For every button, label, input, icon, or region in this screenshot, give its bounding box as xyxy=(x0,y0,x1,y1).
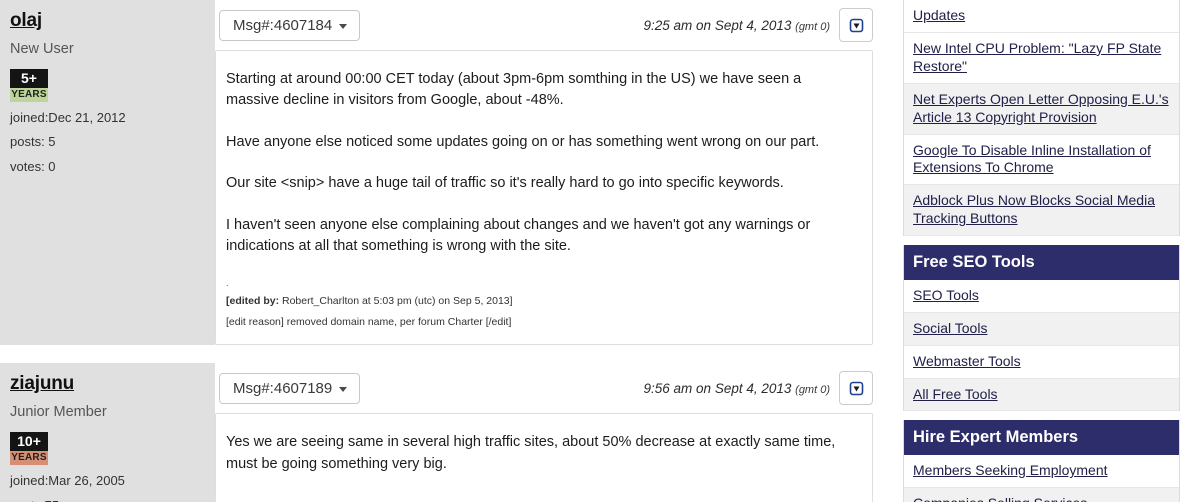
post-timestamp: 9:56 am on Sept 4, 2013 (gmt 0) xyxy=(644,381,830,396)
post-trailing-dot: . xyxy=(226,277,229,288)
right-sidebar: Updates New Intel CPU Problem: "Lazy FP … xyxy=(898,0,1180,502)
post-header: Msg#:4607189 9:56 am on Sept 4, 2013 (gm… xyxy=(215,363,873,413)
post-edit-reason: [edit reason] removed domain name, per f… xyxy=(226,315,512,328)
post: ziajunu Junior Member 10+ YEARS joined:M… xyxy=(0,363,898,502)
sidebar-news-link[interactable]: Google To Disable Inline Installation of… xyxy=(913,142,1151,176)
author-rank: New User xyxy=(10,40,74,57)
author-votes-count: votes: 0 xyxy=(10,158,56,174)
chevron-down-icon xyxy=(339,386,348,392)
author-joined: joined:Mar 26, 2005 xyxy=(10,473,125,489)
sidebar-tool-link[interactable]: Webmaster Tools xyxy=(913,353,1021,369)
thread-column: olaj New User 5+ YEARS joined:Dec 21, 20… xyxy=(0,0,898,502)
edited-by-prefix: [edited by: xyxy=(226,294,280,307)
sidebar-tool-link[interactable]: Social Tools xyxy=(913,320,987,336)
badge-years-value: 10+ xyxy=(10,432,48,452)
post: olaj New User 5+ YEARS joined:Dec 21, 20… xyxy=(0,0,898,346)
post-paragraph: Starting at around 00:00 CET today (abou… xyxy=(226,71,802,109)
sidebar-news-item[interactable]: Adblock Plus Now Blocks Social Media Tra… xyxy=(904,185,1179,237)
membership-years-badge: 5+ YEARS xyxy=(10,69,48,103)
sidebar-hire-item[interactable]: Companies Selling Services xyxy=(904,487,1179,502)
post-options-button[interactable] xyxy=(839,371,873,406)
membership-years-badge: 10+ YEARS xyxy=(10,432,48,466)
sidebar-news-item[interactable]: New Intel CPU Problem: "Lazy FP State Re… xyxy=(904,33,1179,84)
post-message: Msg#:4607189 9:56 am on Sept 4, 2013 (gm… xyxy=(215,363,898,502)
sidebar-news-link[interactable]: Adblock Plus Now Blocks Social Media Tra… xyxy=(913,192,1155,226)
post-paragraph: Our site <snip> have a huge tail of traf… xyxy=(226,175,784,192)
sidebar-gap xyxy=(903,236,1180,246)
sidebar-news-link[interactable]: Net Experts Open Letter Opposing E.U.'s … xyxy=(913,91,1169,125)
sidebar-news-item[interactable]: Google To Disable Inline Installation of… xyxy=(904,135,1179,186)
edited-by-detail: Robert_Charlton at 5:03 pm (utc) on Sep … xyxy=(279,294,513,307)
post-timestamp: 9:25 am on Sept 4, 2013 (gmt 0) xyxy=(644,18,830,33)
sidebar-hire-heading: Hire Expert Members xyxy=(904,420,1179,456)
chevron-down-icon xyxy=(339,23,348,29)
sidebar-news-link[interactable]: New Intel CPU Problem: "Lazy FP State Re… xyxy=(913,40,1161,74)
sidebar-gap xyxy=(903,411,1180,421)
author-posts-count: posts: 5 xyxy=(10,134,56,150)
sidebar-hire-link[interactable]: Members Seeking Employment xyxy=(913,462,1108,478)
post-body: Starting at around 00:00 CET today (abou… xyxy=(215,50,873,346)
forum-thread-page: olaj New User 5+ YEARS joined:Dec 21, 20… xyxy=(0,0,1180,502)
sidebar-hire-block: Hire Expert Members Members Seeking Empl… xyxy=(903,420,1180,502)
sidebar-seo-tools-block: Free SEO Tools SEO Tools Social Tools We… xyxy=(903,245,1180,412)
sidebar-tool-item[interactable]: SEO Tools xyxy=(904,280,1179,313)
post-author-profile: olaj New User 5+ YEARS joined:Dec 21, 20… xyxy=(0,0,215,346)
sidebar-tool-link[interactable]: SEO Tools xyxy=(913,287,979,303)
post-body: Yes we are seeing same in several high t… xyxy=(215,413,873,502)
post-paragraph: Have anyone else noticed some updates go… xyxy=(226,133,820,150)
author-posts-count: posts:75 xyxy=(10,498,205,502)
sidebar-hire-item[interactable]: Members Seeking Employment xyxy=(904,455,1179,488)
sidebar-hire-link[interactable]: Companies Selling Services xyxy=(913,495,1087,502)
sidebar-tool-item[interactable]: Webmaster Tools xyxy=(904,346,1179,379)
post-time-text: 9:25 am on Sept 4, 2013 xyxy=(643,17,792,33)
post-timezone: (gmt 0) xyxy=(795,383,830,396)
author-username-link[interactable]: olaj xyxy=(10,10,42,32)
post-options-button[interactable] xyxy=(839,8,873,42)
sidebar-news-block: Updates New Intel CPU Problem: "Lazy FP … xyxy=(903,0,1180,237)
badge-years-value: 5+ xyxy=(10,69,48,89)
message-id-label: Msg#:4607189 xyxy=(233,379,333,397)
message-id-button[interactable]: Msg#:4607189 xyxy=(219,372,361,404)
sidebar-news-item[interactable]: Updates xyxy=(904,0,1179,33)
post-paragraph: Yes we are seeing same in several high t… xyxy=(226,434,836,472)
post-time-text: 9:56 am on Sept 4, 2013 xyxy=(643,380,792,396)
badge-years-label: YEARS xyxy=(10,451,48,466)
post-edited-by-note: [edited by: Robert_Charlton at 5:03 pm (… xyxy=(226,294,858,309)
author-username-link[interactable]: ziajunu xyxy=(10,373,74,395)
message-id-label: Msg#:4607184 xyxy=(233,16,333,34)
sidebar-seo-tools-heading: Free SEO Tools xyxy=(904,245,1179,280)
sidebar-news-link[interactable]: Updates xyxy=(913,7,965,23)
badge-years-label: YEARS xyxy=(10,88,48,103)
post-message: Msg#:4607184 9:25 am on Sept 4, 2013 (gm… xyxy=(215,0,898,346)
post-author-profile: ziajunu Junior Member 10+ YEARS joined:M… xyxy=(0,363,215,502)
message-id-button[interactable]: Msg#:4607184 xyxy=(219,9,361,41)
sidebar-tool-item[interactable]: Social Tools xyxy=(904,312,1179,346)
post-paragraph: I haven't seen anyone else complaining a… xyxy=(226,216,811,255)
post-options-icon xyxy=(849,18,863,32)
sidebar-tool-item[interactable]: All Free Tools xyxy=(904,378,1179,412)
sidebar-tool-link[interactable]: All Free Tools xyxy=(913,386,998,402)
post-separator xyxy=(0,345,898,364)
author-joined: joined:Dec 21, 2012 xyxy=(10,110,126,126)
author-rank: Junior Member xyxy=(10,404,107,420)
post-options-icon xyxy=(849,381,863,395)
sidebar-news-item[interactable]: Net Experts Open Letter Opposing E.U.'s … xyxy=(904,83,1179,135)
post-header: Msg#:4607184 9:25 am on Sept 4, 2013 (gm… xyxy=(215,0,873,50)
post-timezone: (gmt 0) xyxy=(795,20,830,33)
